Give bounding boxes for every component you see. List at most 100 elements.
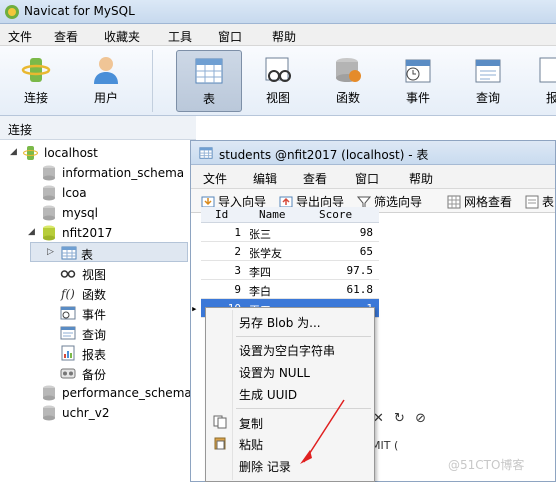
toolbar-label: 连接 <box>23 91 48 105</box>
tree-node-lcoa[interactable]: lcoa <box>0 183 190 203</box>
cell-score[interactable]: 61.8 <box>347 283 374 296</box>
event-icon <box>60 306 76 320</box>
status-text: MIT ( <box>371 439 399 452</box>
stop-icon[interactable]: ⊘ <box>415 411 426 426</box>
table-row[interactable]: 3 李四 97.5 <box>201 261 379 280</box>
menu-favorites[interactable]: 收藏夹 <box>104 28 140 45</box>
table-icon <box>195 58 223 84</box>
toolbar-report-button[interactable]: 报 <box>526 50 556 112</box>
view-icon <box>265 57 291 82</box>
tree-node-views[interactable]: 视图 <box>0 263 190 283</box>
expand-arrow-icon[interactable]: ▷ <box>47 247 54 257</box>
cell-name[interactable]: 李白 <box>249 283 271 299</box>
table-menu-window[interactable]: 窗口 <box>355 170 379 187</box>
cell-score[interactable]: 97.5 <box>347 264 374 277</box>
connection-icon <box>21 58 51 82</box>
view-icon <box>60 270 76 278</box>
tree-node-functions[interactable]: f() 函数 <box>0 283 190 303</box>
toolbar-label: 函数 <box>335 91 360 105</box>
cell-id[interactable]: 1 <box>234 226 241 239</box>
cell-id[interactable]: 9 <box>234 283 241 296</box>
table-menu-view[interactable]: 查看 <box>303 170 327 187</box>
backup-icon <box>60 368 76 379</box>
column-header-name[interactable]: Name <box>259 208 286 221</box>
tree-node-backups[interactable]: 备份 <box>0 363 190 383</box>
menu-item-save-blob[interactable]: 另存 Blob 为... <box>239 314 321 331</box>
tree-node-queries[interactable]: 查询 <box>0 323 190 343</box>
collapse-arrow-icon[interactable]: ◢ <box>10 147 17 157</box>
tree-label: localhost <box>44 146 98 160</box>
toolbar-user-button[interactable]: 用户 <box>74 50 138 112</box>
table-menu-edit[interactable]: 编辑 <box>253 170 277 187</box>
function-icon <box>336 58 361 82</box>
form-icon <box>525 195 539 209</box>
menu-window[interactable]: 窗口 <box>218 28 242 45</box>
table-icon <box>199 147 213 159</box>
tree-node-performance-schema[interactable]: performance_schema <box>0 383 192 403</box>
database-icon <box>43 165 55 181</box>
toolbar-label: 报 <box>546 91 556 105</box>
tree-node-mysql[interactable]: mysql <box>0 203 190 223</box>
menu-item-set-null[interactable]: 设置为 NULL <box>239 364 310 381</box>
tree-node-uchr-v2[interactable]: uchr_v2 <box>0 403 190 423</box>
tree-node-events[interactable]: 事件 <box>0 303 190 323</box>
table-row[interactable]: 9 李白 61.8 <box>201 280 379 299</box>
menu-help[interactable]: 帮助 <box>272 28 296 45</box>
toolbar-table-button[interactable]: 表 <box>176 50 242 112</box>
cell-id[interactable]: 2 <box>234 245 241 258</box>
cell-score[interactable]: 65 <box>360 245 373 258</box>
menu-item-paste[interactable]: 粘贴 <box>239 436 263 453</box>
toolbar-query-button[interactable]: 查询 <box>456 50 520 112</box>
menu-separator <box>236 336 371 337</box>
menu-item-generate-uuid[interactable]: 生成 UUID <box>239 386 297 403</box>
menu-file[interactable]: 文件 <box>8 28 32 45</box>
tree-label: uchr_v2 <box>62 406 110 420</box>
report-icon <box>61 345 75 361</box>
tree-label: 视图 <box>82 268 107 282</box>
connection-tree: ◢ localhost information_schema lcoa mysq… <box>0 141 192 482</box>
tree-node-localhost[interactable]: ◢ localhost <box>0 143 190 163</box>
table-row[interactable]: 2 张学友 65 <box>201 242 379 261</box>
tree-label: 事件 <box>82 308 107 322</box>
tree-node-reports[interactable]: 报表 <box>0 343 190 363</box>
tree-label: mysql <box>62 206 98 220</box>
table-menu-file[interactable]: 文件 <box>203 170 227 187</box>
tree-node-nfit2017[interactable]: ◢ nfit2017 <box>0 223 190 243</box>
table-menu-help[interactable]: 帮助 <box>409 170 433 187</box>
database-icon <box>43 205 55 221</box>
server-connection-icon <box>23 146 38 160</box>
menu-tools[interactable]: 工具 <box>168 28 192 45</box>
refresh-icon[interactable]: ↻ <box>394 411 405 426</box>
filter-wizard-label: 筛选向导 <box>374 195 423 209</box>
menu-item-copy[interactable]: 复制 <box>239 415 263 432</box>
toolbar-label: 视图 <box>265 91 290 105</box>
toolbar-label: 事件 <box>405 91 430 105</box>
column-header-score[interactable]: Score <box>319 208 352 221</box>
cell-id[interactable]: 3 <box>234 264 241 277</box>
cell-name[interactable]: 张学友 <box>249 245 282 261</box>
menu-item-delete-record[interactable]: 删除 记录 <box>239 458 291 475</box>
toolbar-separator <box>152 50 153 112</box>
cell-name[interactable]: 张三 <box>249 226 271 242</box>
event-icon <box>405 59 431 83</box>
toolbar-connection-button[interactable]: 连接 <box>4 50 68 112</box>
menu-item-set-empty-string[interactable]: 设置为空白字符串 <box>239 342 335 359</box>
grid-view-button[interactable]: 网格查看 <box>447 193 512 210</box>
tree-label: performance_schema <box>62 386 192 400</box>
toolbar-label: 用户 <box>93 91 118 105</box>
toolbar-view-button[interactable]: 视图 <box>246 50 310 112</box>
menu-view[interactable]: 查看 <box>54 28 78 45</box>
collapse-arrow-icon[interactable]: ◢ <box>28 227 35 237</box>
query-icon <box>475 59 501 83</box>
form-view-button[interactable]: 表 <box>525 193 554 210</box>
toolbar-function-button[interactable]: 函数 <box>316 50 380 112</box>
toolbar-event-button[interactable]: 事件 <box>386 50 450 112</box>
tree-node-information-schema[interactable]: information_schema <box>0 163 190 183</box>
tree-node-tables[interactable]: ▷ 表 <box>30 242 188 262</box>
table-window-menu: 文件 编辑 查看 窗口 帮助 <box>191 165 555 189</box>
cell-score[interactable]: 98 <box>360 226 373 239</box>
cell-name[interactable]: 李四 <box>249 264 271 280</box>
table-row[interactable]: 1 张三 98 <box>201 223 379 242</box>
table-window-title-bar: students @nfit2017 (localhost) - 表 <box>191 141 555 165</box>
column-header-id[interactable]: Id <box>215 208 228 221</box>
